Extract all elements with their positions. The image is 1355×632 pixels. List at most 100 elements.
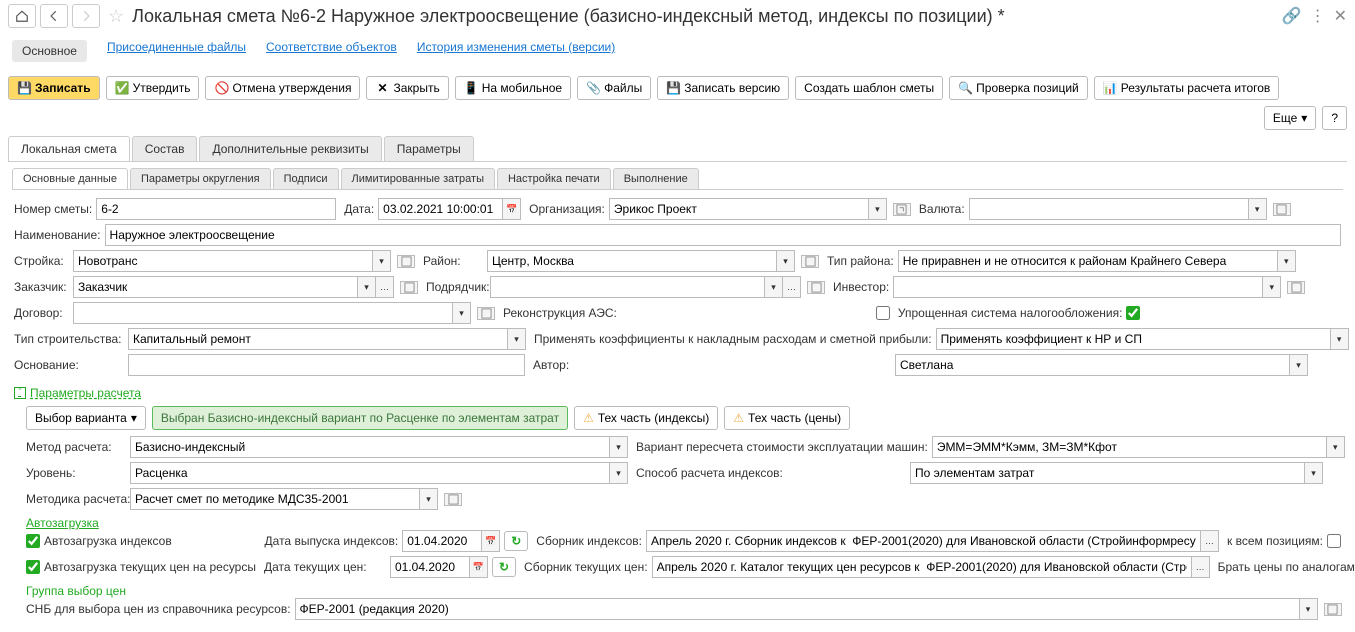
level-input[interactable] — [130, 462, 610, 484]
back-button[interactable] — [40, 4, 68, 28]
investor-open-button[interactable] — [1287, 281, 1305, 294]
currency-dropdown-icon[interactable]: ▾ — [1249, 198, 1267, 220]
customer-more-icon[interactable]: … — [376, 276, 394, 298]
idxdate-picker-icon[interactable] — [482, 530, 500, 552]
contractor-open-button[interactable] — [807, 281, 825, 294]
idxdate-refresh-button[interactable] — [504, 531, 528, 551]
close-button[interactable]: Закрыть — [366, 76, 448, 100]
contract-input[interactable] — [73, 302, 453, 324]
idxbook-input[interactable] — [646, 530, 1201, 552]
reject-approval-button[interactable]: Отмена утверждения — [205, 76, 360, 100]
close-window-icon[interactable]: ✕ — [1334, 6, 1347, 26]
forward-button[interactable] — [72, 4, 100, 28]
autoprices-checkbox[interactable] — [26, 560, 40, 574]
subtab-print-settings[interactable]: Настройка печати — [497, 168, 611, 189]
menu-icon[interactable]: ⋮ — [1310, 6, 1326, 26]
files-button[interactable]: Файлы — [577, 76, 651, 100]
section-history[interactable]: История изменения сметы (версии) — [417, 40, 615, 62]
region-open-button[interactable] — [801, 255, 819, 268]
pricedate-picker-icon[interactable] — [470, 556, 488, 578]
author-dropdown-icon[interactable]: ▾ — [1290, 354, 1308, 376]
tab-local-estimate[interactable]: Локальная смета — [8, 136, 130, 161]
regiontype-dropdown-icon[interactable]: ▾ — [1278, 250, 1296, 272]
pricedate-refresh-button[interactable] — [492, 557, 516, 577]
level-dropdown-icon[interactable]: ▾ — [610, 462, 628, 484]
customer-input[interactable] — [73, 276, 358, 298]
mobile-button[interactable]: На мобильное — [455, 76, 571, 100]
techpart-indices-button[interactable]: Тех часть (индексы) — [574, 406, 718, 430]
favorite-icon[interactable]: ☆ — [108, 6, 124, 27]
contract-dropdown-icon[interactable]: ▾ — [453, 302, 471, 324]
simplified-checkbox[interactable] — [1126, 306, 1140, 320]
calc-params-section-header[interactable]: Параметры расчета — [14, 386, 141, 400]
subtab-rounding[interactable]: Параметры округления — [130, 168, 271, 189]
autoidx-checkbox[interactable] — [26, 534, 40, 548]
number-input[interactable] — [96, 198, 336, 220]
contractor-more-icon[interactable]: … — [783, 276, 801, 298]
calcmethodics-dropdown-icon[interactable]: ▾ — [420, 488, 438, 510]
calcmethodics-input[interactable] — [130, 488, 420, 510]
variant-select-button[interactable]: Выбор варианта — [26, 406, 146, 430]
allpos-checkbox[interactable] — [1327, 534, 1341, 548]
tab-composition[interactable]: Состав — [132, 136, 198, 161]
recalcvariant-input[interactable] — [932, 436, 1327, 458]
customer-open-button[interactable] — [400, 281, 418, 294]
snb-dropdown-icon[interactable]: ▾ — [1300, 598, 1318, 620]
name-input[interactable] — [105, 224, 1341, 246]
idxbook-more-icon[interactable]: … — [1201, 530, 1219, 552]
section-attached-files[interactable]: Присоединенные файлы — [107, 40, 246, 62]
currency-open-button[interactable] — [1273, 203, 1291, 216]
subtab-limited-costs[interactable]: Лимитированные затраты — [341, 168, 495, 189]
approve-button[interactable]: Утвердить — [106, 76, 200, 100]
org-input[interactable] — [609, 198, 869, 220]
method-dropdown-icon[interactable]: ▾ — [610, 436, 628, 458]
contract-open-button[interactable] — [477, 307, 495, 320]
regiontype-input[interactable] — [898, 250, 1278, 272]
org-dropdown-icon[interactable]: ▾ — [869, 198, 887, 220]
currency-input[interactable] — [969, 198, 1249, 220]
help-button[interactable]: ? — [1322, 106, 1347, 130]
pricebook-input[interactable] — [652, 556, 1192, 578]
applycoef-dropdown-icon[interactable]: ▾ — [1331, 328, 1349, 350]
basis-input[interactable] — [128, 354, 525, 376]
variant-selected-button[interactable]: Выбран Базисно-индексный вариант по Расц… — [152, 406, 568, 430]
more-button[interactable]: Еще — [1264, 106, 1316, 130]
region-dropdown-icon[interactable]: ▾ — [777, 250, 795, 272]
pricedate-input[interactable] — [390, 556, 470, 578]
reconstruction-checkbox[interactable] — [876, 306, 890, 320]
recalcvariant-dropdown-icon[interactable]: ▾ — [1327, 436, 1345, 458]
results-button[interactable]: Результаты расчета итогов — [1094, 76, 1280, 100]
subtab-execution[interactable]: Выполнение — [613, 168, 699, 189]
snb-open-button[interactable] — [1324, 603, 1342, 616]
author-input[interactable] — [895, 354, 1290, 376]
tab-additional-props[interactable]: Дополнительные реквизиты — [199, 136, 381, 161]
idxmethod-input[interactable] — [910, 462, 1305, 484]
idxdate-input[interactable] — [402, 530, 482, 552]
tab-parameters[interactable]: Параметры — [384, 136, 474, 161]
home-button[interactable] — [8, 4, 36, 28]
autoload-link[interactable]: Автозагрузка — [26, 516, 99, 530]
section-main[interactable]: Основное — [12, 40, 87, 62]
date-picker-icon[interactable] — [503, 198, 521, 220]
save-version-button[interactable]: Записать версию — [657, 76, 789, 100]
section-object-match[interactable]: Соответствие объектов — [266, 40, 397, 62]
contractor-dropdown-icon[interactable]: ▾ — [765, 276, 783, 298]
techpart-prices-button[interactable]: Тех часть (цены) — [724, 406, 850, 430]
subtab-signatures[interactable]: Подписи — [273, 168, 339, 189]
region-input[interactable] — [487, 250, 777, 272]
pricebook-more-icon[interactable]: … — [1192, 556, 1210, 578]
customer-dropdown-icon[interactable]: ▾ — [358, 276, 376, 298]
construction-open-button[interactable] — [397, 255, 415, 268]
idxmethod-dropdown-icon[interactable]: ▾ — [1305, 462, 1323, 484]
investor-dropdown-icon[interactable]: ▾ — [1263, 276, 1281, 298]
method-input[interactable] — [130, 436, 610, 458]
snb-input[interactable] — [295, 598, 1300, 620]
bldtype-dropdown-icon[interactable]: ▾ — [508, 328, 526, 350]
contractor-input[interactable] — [490, 276, 765, 298]
construction-input[interactable] — [73, 250, 373, 272]
bldtype-input[interactable] — [128, 328, 508, 350]
create-template-button[interactable]: Создать шаблон сметы — [795, 76, 943, 100]
subtab-main-data[interactable]: Основные данные — [12, 168, 128, 189]
check-positions-button[interactable]: Проверка позиций — [949, 76, 1088, 100]
applycoef-input[interactable] — [936, 328, 1331, 350]
